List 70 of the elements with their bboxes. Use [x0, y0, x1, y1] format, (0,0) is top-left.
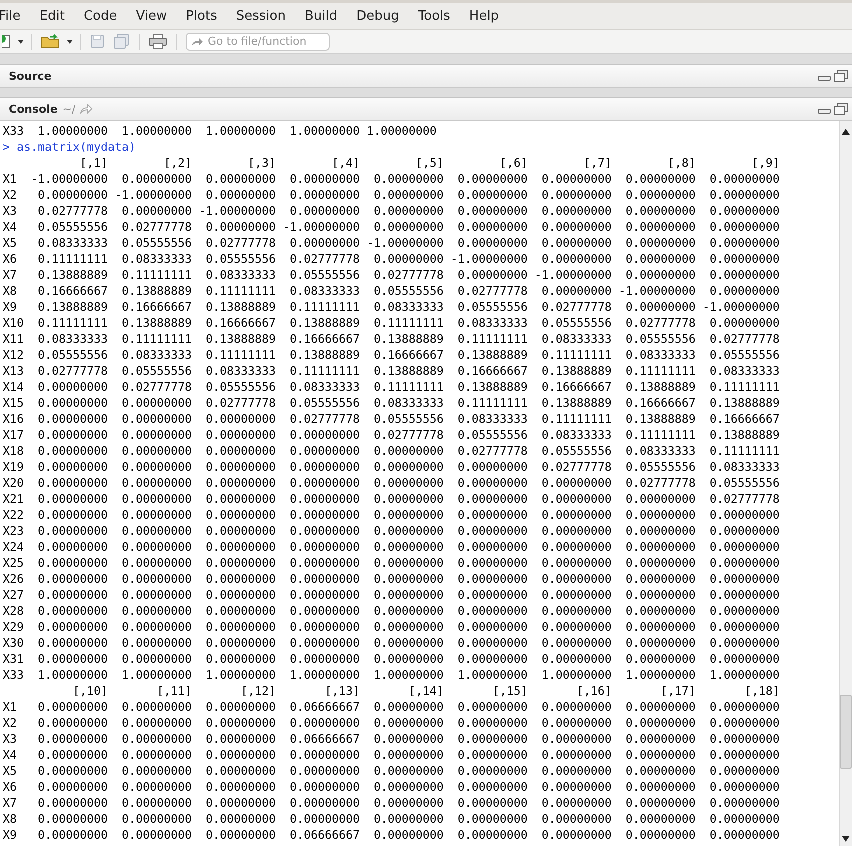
menu-item[interactable]: Debug	[356, 8, 400, 24]
console-output-line: X33 1.00000000 1.00000000 1.00000000 1.00000000 1.00000000	[3, 123, 437, 139]
folder-icon[interactable]	[41, 34, 61, 49]
console-output-line: X5 0.00000000 0.00000000 0.00000000 0.00000000 0.00000000 0.00000000 0.00000000 0.00000000 0.00000000	[3, 763, 780, 779]
console-output-line: X11 0.08333333 0.11111111 0.13888889 0.16666667 0.13888889 0.11111111 0.08333333 0.05555556 0.02777778	[3, 331, 780, 347]
menu-item[interactable]: Plots	[186, 8, 218, 24]
console-output-line: X24 0.00000000 0.00000000 0.00000000 0.00000000 0.00000000 0.00000000 0.00000000 0.00000000 0.00000000	[3, 539, 780, 555]
console-output-line: [,10] [,11] [,12] [,13] [,14] [,15] [,16] [,17] [,18]	[72, 683, 780, 699]
print-icon[interactable]	[149, 34, 167, 49]
menu-item[interactable]: View	[136, 8, 168, 24]
console-output-line: X10 0.11111111 0.13888889 0.16666667 0.13888889 0.11111111 0.08333333 0.05555556 0.02777778 0.00000000	[3, 315, 780, 331]
console-output-line: X3 0.00000000 0.00000000 0.00000000 0.06666667 0.00000000 0.00000000 0.00000000 0.00000000 0.00000000	[3, 731, 780, 747]
console-output-line: X31 0.00000000 0.00000000 0.00000000 0.00000000 0.00000000 0.00000000 0.00000000 0.00000000 0.00000000	[3, 651, 780, 667]
console-output-line: X9 0.13888889 0.16666667 0.13888889 0.11111111 0.08333333 0.05555556 0.02777778 0.00000000 -1.00000000	[3, 299, 780, 315]
console-output-line: [,1] [,2] [,3] [,4] [,5] [,6] [,7] [,8] [,9]	[78, 155, 780, 171]
console-output-line: X5 0.08333333 0.05555556 0.02777778 0.00000000 -1.00000000 0.00000000 0.00000000 0.00000000 0.00000000	[3, 235, 780, 251]
console-output-line: X17 0.00000000 0.00000000 0.00000000 0.00000000 0.02777778 0.05555556 0.08333333 0.11111111 0.13888889	[3, 427, 780, 443]
console-output-line: X26 0.00000000 0.00000000 0.00000000 0.00000000 0.00000000 0.00000000 0.00000000 0.00000000 0.00000000	[3, 571, 780, 587]
scroll-up-icon[interactable]	[842, 129, 850, 135]
console-output-line: X33 1.00000000 1.00000000 1.00000000 1.00000000 1.00000000 1.00000000 1.00000000 1.00000000 1.00000000	[3, 667, 780, 683]
working-directory: ~/	[62, 102, 76, 116]
console-output-line: X13 0.02777778 0.05555556 0.08333333 0.11111111 0.13888889 0.16666667 0.13888889 0.11111111 0.08333333	[3, 363, 780, 379]
console-output-line: X6 0.11111111 0.08333333 0.05555556 0.02777778 0.00000000 -1.00000000 0.00000000 0.00000000 0.00000000	[3, 251, 780, 267]
maximize-icon[interactable]	[834, 103, 848, 115]
console-output-line: X9 0.00000000 0.00000000 0.00000000 0.06666667 0.00000000 0.00000000 0.00000000 0.00000000 0.00000000	[3, 827, 780, 843]
menu-item[interactable]: Session	[236, 8, 286, 24]
menu-item[interactable]: Tools	[418, 8, 450, 24]
console-output-line: X8 0.16666667 0.13888889 0.11111111 0.08333333 0.05555556 0.02777778 0.00000000 -1.00000000 0.00000000	[3, 283, 780, 299]
console-output-line: X1 0.00000000 0.00000000 0.00000000 0.06666667 0.00000000 0.00000000 0.00000000 0.00000000 0.00000000	[3, 699, 780, 715]
console-output-line: X2 0.00000000 0.00000000 0.00000000 0.00000000 0.00000000 0.00000000 0.00000000 0.00000000 0.00000000	[3, 715, 780, 731]
console-output-line: X19 0.00000000 0.00000000 0.00000000 0.00000000 0.00000000 0.00000000 0.02777778 0.05555556 0.08333333	[3, 459, 780, 475]
console-output-line: X23 0.00000000 0.00000000 0.00000000 0.00000000 0.00000000 0.00000000 0.00000000 0.00000000 0.00000000	[3, 523, 780, 539]
console-output-line: X2 0.00000000 -1.00000000 0.00000000 0.00000000 0.00000000 0.00000000 0.00000000 0.00000000 0.00000000	[3, 187, 780, 203]
dropdown-caret-icon[interactable]	[67, 40, 73, 44]
new-file-icon[interactable]	[2, 34, 12, 49]
console-output-line: X21 0.00000000 0.00000000 0.00000000 0.00000000 0.00000000 0.00000000 0.00000000 0.00000000 0.02777778	[3, 491, 780, 507]
menu-item[interactable]: File	[0, 8, 21, 24]
console-output-line: X30 0.00000000 0.00000000 0.00000000 0.00000000 0.00000000 0.00000000 0.00000000 0.00000000 0.00000000	[3, 635, 780, 651]
menu-item[interactable]: Edit	[40, 8, 65, 24]
console-output-line: X28 0.00000000 0.00000000 0.00000000 0.00000000 0.00000000 0.00000000 0.00000000 0.00000000 0.00000000	[3, 603, 780, 619]
console-output-line: X4 0.05555556 0.02777778 0.00000000 -1.00000000 0.00000000 0.00000000 0.00000000 0.00000000 0.00000000	[3, 219, 780, 235]
menu-item[interactable]: Build	[304, 8, 338, 24]
console-output-line: X16 0.00000000 0.00000000 0.00000000 0.02777778 0.05555556 0.08333333 0.11111111 0.13888889 0.16666667	[3, 411, 780, 427]
console-output-line: X7 0.13888889 0.11111111 0.08333333 0.05555556 0.02777778 0.00000000 -1.00000000 0.00000000 0.00000000	[3, 267, 780, 283]
pane-title: Console	[9, 102, 58, 116]
maximize-icon[interactable]	[834, 70, 848, 82]
dropdown-caret-icon[interactable]	[18, 40, 24, 44]
go-to-file-field[interactable]: Go to file/function	[186, 32, 330, 50]
menu-item[interactable]: Code	[84, 8, 118, 24]
scrollbar-thumb[interactable]	[840, 695, 852, 769]
console-output-line: X27 0.00000000 0.00000000 0.00000000 0.00000000 0.00000000 0.00000000 0.00000000 0.00000000 0.00000000	[3, 587, 780, 603]
console-output-line: X20 0.00000000 0.00000000 0.00000000 0.00000000 0.00000000 0.00000000 0.00000000 0.02777778 0.05555556	[3, 475, 780, 491]
console-command: > as.matrix(mydata)	[3, 139, 136, 155]
console-output-line: X3 0.02777778 0.00000000 -1.00000000 0.00000000 0.00000000 0.00000000 0.00000000 0.00000000 0.00000000	[3, 203, 780, 219]
console-output-line: X6 0.00000000 0.00000000 0.00000000 0.00000000 0.00000000 0.00000000 0.00000000 0.00000000 0.00000000	[3, 779, 780, 795]
console-output-line: X18 0.00000000 0.00000000 0.00000000 0.00000000 0.00000000 0.02777778 0.05555556 0.08333333 0.11111111	[3, 443, 780, 459]
console-output-line: X14 0.00000000 0.02777778 0.05555556 0.08333333 0.11111111 0.13888889 0.16666667 0.13888889 0.11111111	[3, 379, 780, 395]
console-output-line: X22 0.00000000 0.00000000 0.00000000 0.00000000 0.00000000 0.00000000 0.00000000 0.00000000 0.00000000	[3, 507, 780, 523]
pane-title: Source	[9, 70, 52, 82]
console-output-line: X4 0.00000000 0.00000000 0.00000000 0.00000000 0.00000000 0.00000000 0.00000000 0.00000000 0.00000000	[3, 747, 780, 763]
console-output-line: X1 -1.00000000 0.00000000 0.00000000 0.00000000 0.00000000 0.00000000 0.00000000 0.00000000 0.00000000	[3, 171, 780, 187]
console-output-line: X8 0.00000000 0.00000000 0.00000000 0.00000000 0.00000000 0.00000000 0.00000000 0.00000000 0.00000000	[3, 811, 780, 827]
console-output-line: X12 0.05555556 0.08333333 0.11111111 0.13888889 0.16666667 0.13888889 0.11111111 0.08333333 0.05555556	[3, 347, 780, 363]
menu-item[interactable]: Help	[469, 8, 500, 24]
console-output-line: X15 0.00000000 0.00000000 0.02777778 0.05555556 0.08333333 0.11111111 0.13888889 0.16666667 0.13888889	[3, 395, 780, 411]
console-output-line: X7 0.00000000 0.00000000 0.00000000 0.00000000 0.00000000 0.00000000 0.00000000 0.00000000 0.00000000	[3, 795, 780, 811]
console-output-line: X29 0.00000000 0.00000000 0.00000000 0.00000000 0.00000000 0.00000000 0.00000000 0.00000000 0.00000000	[3, 619, 780, 635]
arrow-icon	[191, 36, 204, 46]
console-output-line: X25 0.00000000 0.00000000 0.00000000 0.00000000 0.00000000 0.00000000 0.00000000 0.00000000 0.00000000	[3, 555, 780, 571]
scroll-down-icon[interactable]	[842, 836, 850, 842]
